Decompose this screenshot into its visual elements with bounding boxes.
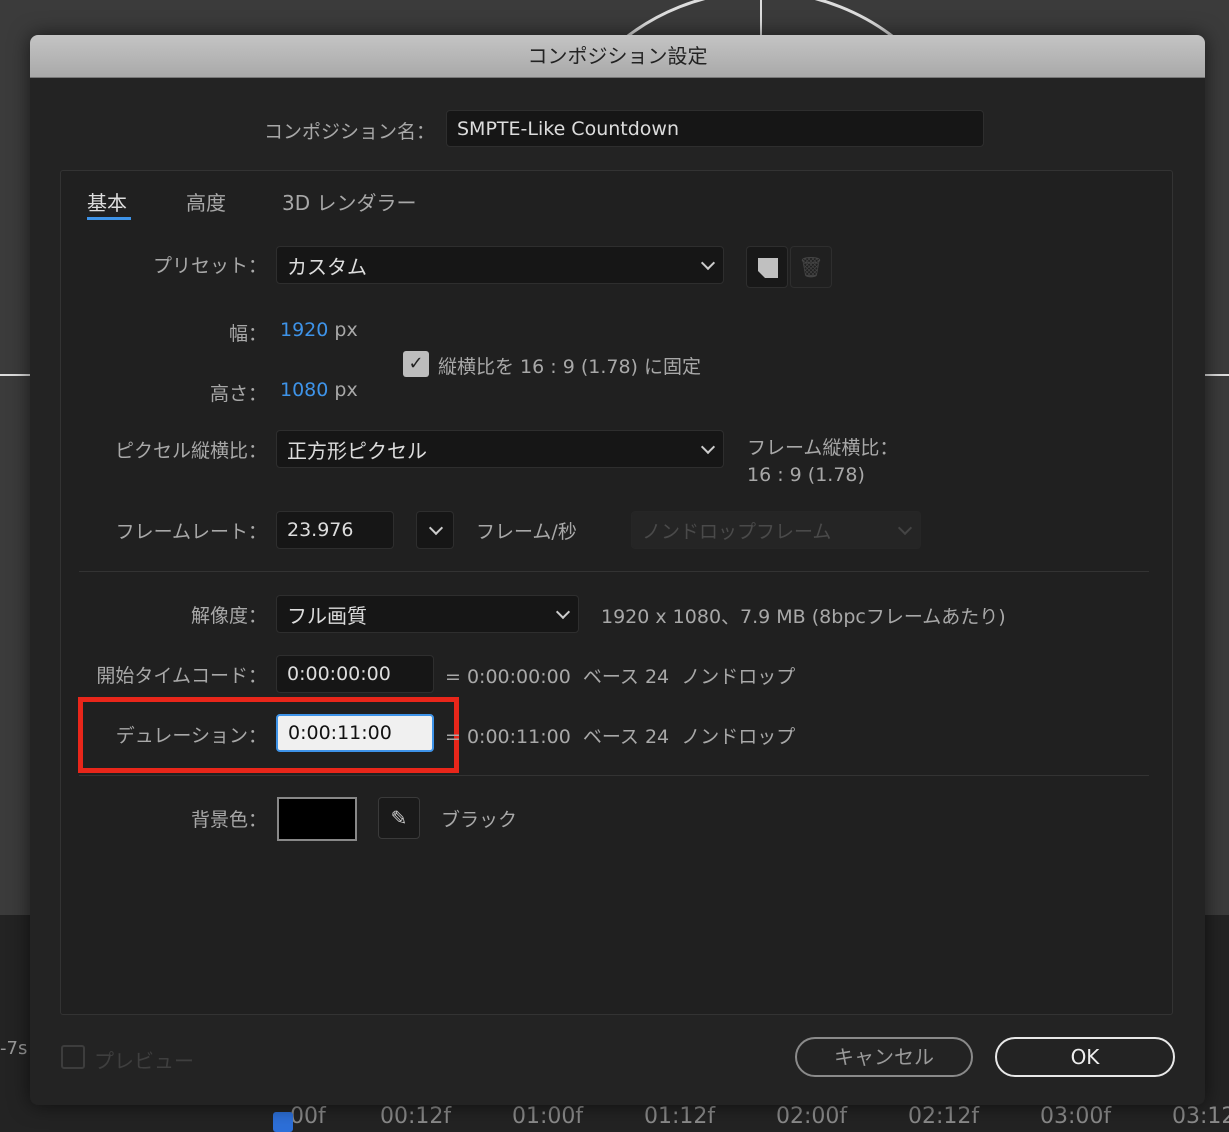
- crosshair-left: [0, 374, 30, 376]
- checkmark-icon: ✓: [408, 353, 424, 374]
- eyedropper-button[interactable]: ✎: [378, 797, 420, 839]
- bg-color-swatch[interactable]: [277, 797, 357, 841]
- height-label: 高さ：: [209, 383, 267, 405]
- frame-aspect-label: フレーム縦横比：: [747, 437, 899, 459]
- duration-label: デュレーション：: [115, 725, 267, 747]
- preview-label[interactable]: プレビュー: [94, 1045, 194, 1074]
- divider: [79, 775, 1149, 776]
- chevron-down-icon: [700, 255, 716, 271]
- frame-rate-label: フレームレート：: [115, 521, 267, 543]
- tick-label: 03:00f: [1040, 1104, 1112, 1129]
- tick-label: 02:12f: [908, 1104, 980, 1129]
- timeline-left-label: -7s: [0, 1038, 28, 1059]
- save-preset-button[interactable]: [746, 246, 788, 288]
- divider: [79, 571, 1149, 572]
- bg-color-label: 背景色：: [190, 809, 267, 831]
- comp-name-label: コンポジション名：: [263, 121, 435, 143]
- crosshair-right: [1205, 374, 1229, 376]
- tick-label: 00:12f: [380, 1104, 452, 1129]
- delete-preset-button[interactable]: 🗑: [790, 246, 832, 288]
- tab-basic[interactable]: 基本: [87, 187, 127, 216]
- width-label: 幅：: [228, 323, 267, 345]
- drop-frame-dropdown: ノンドロップフレーム: [631, 511, 921, 549]
- resolution-label: 解像度：: [190, 605, 267, 627]
- playhead[interactable]: [273, 1112, 293, 1132]
- resolution-info: 1920 x 1080、7.9 MB (8bpcフレームあたり): [601, 606, 1006, 628]
- tab-advanced[interactable]: 高度: [186, 187, 226, 216]
- resolution-value: フル画質: [287, 603, 367, 628]
- lock-aspect-checkbox[interactable]: ✓: [403, 351, 429, 377]
- tick-label: 02:00f: [776, 1104, 848, 1129]
- width-number[interactable]: 1920: [280, 319, 328, 341]
- composition-settings-dialog: コンポジション設定 コンポジション名： SMPTE-Like Countdown…: [30, 35, 1205, 1105]
- comp-name-input[interactable]: SMPTE-Like Countdown: [446, 110, 984, 147]
- preset-label: プリセット：: [152, 255, 267, 277]
- frame-rate-dropdown[interactable]: [416, 511, 454, 549]
- preview-checkbox[interactable]: [61, 1045, 85, 1069]
- start-timecode-info: = 0:00:00:00 ベース 24 ノンドロップ: [445, 666, 796, 688]
- chevron-down-icon: [428, 520, 444, 536]
- chevron-down-icon: [700, 439, 716, 455]
- duration-info: = 0:00:11:00 ベース 24 ノンドロップ: [445, 726, 796, 748]
- crosshair-vertical: [760, 0, 762, 35]
- width-unit: px: [334, 319, 358, 341]
- trash-icon: 🗑: [798, 255, 824, 279]
- cancel-button[interactable]: キャンセル: [795, 1037, 973, 1077]
- frame-aspect-value: 16 : 9 (1.78): [747, 464, 865, 486]
- timeline-ruler[interactable]: 00f 00:12f 01:00f 01:12f 02:00f 02:12f 0…: [290, 1104, 1229, 1129]
- tick-label: 01:12f: [644, 1104, 716, 1129]
- chevron-down-icon: [555, 604, 571, 620]
- drop-frame-value: ノンドロップフレーム: [642, 520, 832, 543]
- eyedropper-icon: ✎: [390, 806, 408, 830]
- pixel-aspect-dropdown[interactable]: 正方形ピクセル: [276, 430, 724, 468]
- tab-3d-renderer[interactable]: 3D レンダラー: [282, 187, 416, 216]
- tick-label: 03:12: [1172, 1104, 1229, 1129]
- height-unit: px: [334, 379, 358, 401]
- dialog-title[interactable]: コンポジション設定: [30, 35, 1205, 78]
- start-timecode-input[interactable]: 0:00:00:00: [276, 655, 434, 693]
- preset-value: カスタム: [287, 254, 367, 279]
- save-preset-icon: [758, 258, 778, 278]
- chevron-down-icon: [897, 520, 913, 536]
- frame-rate-input[interactable]: 23.976: [276, 511, 394, 549]
- preset-dropdown[interactable]: カスタム: [276, 246, 724, 284]
- bg-color-name: ブラック: [441, 809, 518, 831]
- height-number[interactable]: 1080: [280, 379, 328, 401]
- frame-rate-unit: フレーム/秒: [476, 521, 577, 543]
- height-value[interactable]: 1080 px: [280, 379, 358, 401]
- start-timecode-label: 開始タイムコード：: [96, 665, 267, 687]
- tick-label: 00f: [290, 1104, 326, 1129]
- width-value[interactable]: 1920 px: [280, 319, 358, 341]
- ok-button[interactable]: OK: [995, 1037, 1175, 1077]
- duration-input[interactable]: 0:00:11:00: [276, 714, 434, 752]
- lock-aspect-label[interactable]: 縦横比を 16 : 9 (1.78) に固定: [438, 352, 701, 379]
- settings-panel: 基本 高度 3D レンダラー プリセット： カスタム 🗑 幅： 1920 px …: [60, 170, 1173, 1015]
- tab-active-underline: [87, 217, 131, 220]
- resolution-dropdown[interactable]: フル画質: [276, 595, 579, 633]
- tick-label: 01:00f: [512, 1104, 584, 1129]
- pixel-aspect-value: 正方形ピクセル: [287, 438, 427, 463]
- pixel-aspect-label: ピクセル縦横比：: [114, 440, 267, 462]
